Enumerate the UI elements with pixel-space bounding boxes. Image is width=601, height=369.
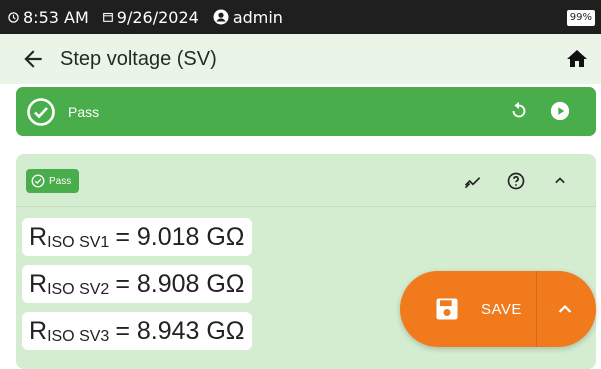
save-divider (536, 271, 537, 347)
result-symbol: R (29, 222, 48, 251)
result-symbol: R (29, 316, 48, 345)
result-symbol: R (29, 269, 48, 298)
check-circle-icon (31, 174, 45, 188)
help-icon[interactable] (506, 171, 526, 191)
result-row-sv3: R ISO SV3 = 8.943 GΩ (22, 312, 252, 350)
date: 9/26/2024 (102, 7, 199, 27)
battery-indicator: 99% (566, 10, 595, 26)
clock: 8:53 AM (8, 8, 89, 27)
clock-icon (8, 11, 19, 23)
result-subscript: ISO SV2 (47, 281, 110, 298)
save-button[interactable]: SAVE (400, 271, 596, 347)
result-value: = 8.908 GΩ (115, 269, 245, 298)
calendar-icon (102, 12, 113, 22)
time-text: 8:53 AM (23, 7, 89, 27)
result-row-sv1: R ISO SV1 = 9.018 GΩ (22, 218, 252, 256)
floppy-disk-icon (436, 298, 458, 320)
result-subscript: ISO SV1 (47, 234, 110, 251)
status-badge: Pass (26, 169, 80, 193)
chart-line-icon[interactable] (463, 171, 483, 191)
restart-icon[interactable] (508, 100, 530, 122)
status-badge-label: Pass (49, 175, 72, 187)
result-row-sv2: R ISO SV2 = 8.908 GΩ (22, 265, 252, 303)
chevron-up-icon[interactable] (553, 297, 577, 321)
save-button-label: SAVE (481, 300, 522, 318)
play-icon[interactable] (550, 101, 570, 121)
pass-banner: Pass (16, 87, 596, 136)
status-bar: 8:53 AM 9/26/2024 admin 99% (0, 0, 601, 34)
date-text: 9/26/2024 (116, 7, 199, 27)
result-value: = 8.943 GΩ (115, 316, 245, 345)
result-card-header: Pass (16, 154, 596, 207)
back-arrow-icon[interactable] (20, 46, 46, 72)
user-text: admin (232, 7, 283, 27)
check-circle-icon (27, 97, 55, 126)
user: admin (213, 8, 283, 27)
user-icon (213, 9, 229, 25)
chevron-up-icon[interactable] (550, 171, 570, 191)
home-icon[interactable] (565, 47, 589, 71)
app-bar: Step voltage (SV) (0, 34, 601, 84)
result-subscript: ISO SV3 (47, 328, 110, 345)
page-title: Step voltage (SV) (60, 47, 217, 70)
pass-banner-label: Pass (68, 103, 100, 120)
result-value: = 9.018 GΩ (115, 222, 245, 251)
